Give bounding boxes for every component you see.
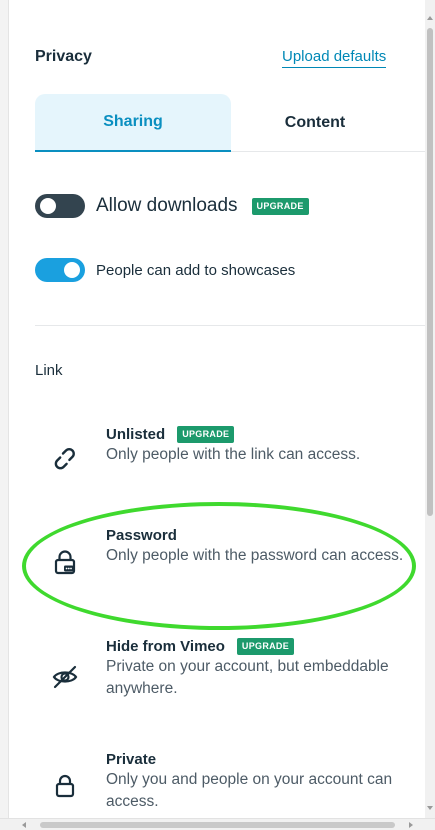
upgrade-badge[interactable]: UPGRADE: [236, 638, 295, 655]
tab-content[interactable]: Content: [240, 94, 390, 152]
left-frame-edge: [0, 0, 9, 830]
option-hide-text: Hide from Vimeo UPGRADE Private on your …: [106, 638, 406, 700]
scroll-right-arrow-icon[interactable]: [409, 822, 413, 828]
allow-downloads-label: Allow downloads: [96, 195, 238, 216]
option-unlisted[interactable]: Unlisted UPGRADE Only people with the li…: [50, 426, 410, 486]
eye-off-icon: [50, 662, 80, 692]
showcases-label: People can add to showcases: [96, 261, 296, 279]
tab-bar: Sharing Content: [35, 94, 425, 152]
option-private-text: Private Only you and people on your acco…: [106, 751, 406, 813]
option-password-description: Only people with the password can access…: [106, 547, 404, 564]
section-divider: [35, 325, 425, 326]
password-lock-icon: [50, 547, 80, 577]
link-section-label: Link: [35, 362, 63, 379]
panel-title: Privacy: [35, 48, 92, 65]
option-password-text: Password Only people with the password c…: [106, 527, 406, 567]
option-password[interactable]: Password Only people with the password c…: [50, 527, 410, 597]
option-hide-title: Hide from Vimeo: [106, 638, 225, 655]
tab-sharing[interactable]: Sharing: [35, 94, 231, 152]
vertical-scroll-thumb[interactable]: [427, 28, 433, 516]
upload-defaults-link[interactable]: Upload defaults: [282, 48, 387, 68]
lock-icon: [50, 771, 80, 801]
horizontal-scroll-thumb[interactable]: [40, 822, 395, 828]
option-title: Unlisted UPGRADE: [106, 426, 406, 443]
option-hide-from-vimeo[interactable]: Hide from Vimeo UPGRADE Private on your …: [50, 638, 410, 710]
scroll-left-arrow-icon[interactable]: [22, 822, 26, 828]
option-unlisted-description: Only people with the link can access.: [106, 446, 361, 463]
toggle-knob: [40, 198, 56, 214]
scroll-down-arrow-icon[interactable]: [427, 806, 433, 810]
option-title: Hide from Vimeo UPGRADE: [106, 638, 406, 655]
option-private-title: Private: [106, 751, 157, 768]
option-private-description: Only you and people on your account can …: [106, 771, 393, 810]
privacy-panel-window: Privacy Upload defaults Sharing Content …: [0, 0, 435, 830]
allow-downloads-row: Allow downloads UPGRADE: [35, 194, 309, 218]
upgrade-badge[interactable]: UPGRADE: [177, 426, 235, 443]
option-hide-description: Private on your account, but embeddable …: [106, 658, 389, 697]
option-private[interactable]: Private Only you and people on your acco…: [50, 751, 410, 818]
link-icon: [50, 444, 80, 474]
toggle-knob: [64, 262, 80, 278]
option-unlisted-title: Unlisted: [106, 426, 166, 443]
vertical-scrollbar[interactable]: [425, 0, 435, 818]
upgrade-badge[interactable]: UPGRADE: [251, 197, 309, 215]
privacy-panel: Privacy Upload defaults Sharing Content …: [10, 0, 425, 818]
showcases-row: People can add to showcases: [35, 258, 295, 282]
option-password-title: Password: [106, 527, 177, 544]
horizontal-scrollbar[interactable]: [0, 818, 435, 830]
showcases-toggle[interactable]: [35, 258, 85, 282]
option-unlisted-text: Unlisted UPGRADE Only people with the li…: [106, 426, 406, 466]
allow-downloads-toggle[interactable]: [35, 194, 85, 218]
scroll-up-arrow-icon[interactable]: [427, 16, 433, 20]
